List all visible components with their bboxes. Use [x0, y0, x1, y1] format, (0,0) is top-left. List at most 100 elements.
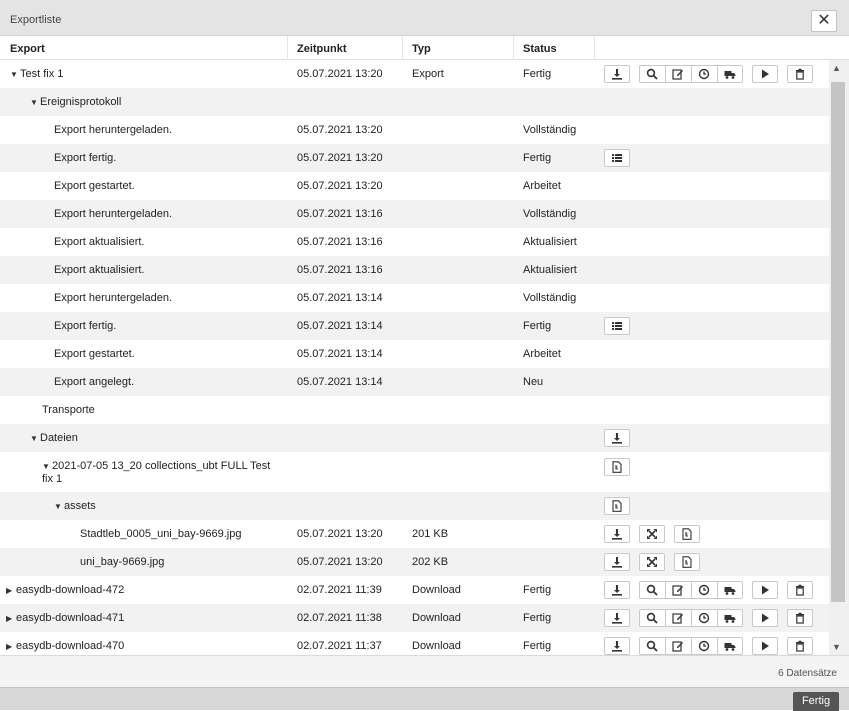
- truck-button[interactable]: [717, 581, 743, 599]
- row-label[interactable]: ▼ Ereignisprotokoll: [30, 88, 121, 117]
- scrollbar-thumb[interactable]: [831, 82, 845, 602]
- table-row[interactable]: Export fertig. 05.07.2021 13:20 Fertig: [0, 144, 829, 172]
- edit-button[interactable]: [665, 581, 691, 599]
- row-type: Export: [412, 68, 444, 80]
- row-status: Neu: [523, 376, 544, 388]
- row-label[interactable]: ▶ easydb-download-470: [6, 632, 124, 655]
- row-label-text: easydb-download-470: [16, 640, 125, 652]
- download-button[interactable]: [604, 553, 630, 571]
- expand-button[interactable]: [639, 553, 665, 571]
- list-button[interactable]: [604, 317, 630, 335]
- clock-button[interactable]: [691, 637, 717, 655]
- search-button[interactable]: [639, 609, 665, 627]
- trash-button[interactable]: [787, 65, 813, 83]
- row-status: Fertig: [523, 584, 552, 596]
- caret-down-icon[interactable]: ▼: [30, 89, 40, 117]
- row-actions: [604, 65, 822, 83]
- table-row[interactable]: Export heruntergeladen. 05.07.2021 13:14 V…: [0, 284, 829, 312]
- table-row[interactable]: Stadtleb_0005_uni_bay-9669.jpg 05.07.2021…: [0, 520, 829, 548]
- search-button[interactable]: [639, 581, 665, 599]
- column-header-status[interactable]: Status: [523, 43, 557, 55]
- trash-button[interactable]: [787, 609, 813, 627]
- row-label[interactable]: ▼ Test fix 1: [10, 60, 63, 89]
- table-row[interactable]: ▼ Test fix 1 05.07.2021 13:20 Export Fertig: [0, 60, 829, 88]
- list-button[interactable]: [604, 149, 630, 167]
- search-button[interactable]: [639, 637, 665, 655]
- table-row[interactable]: Export gestartet. 05.07.2021 13:14 Arbeite…: [0, 340, 829, 368]
- column-header-time[interactable]: Zeitpunkt: [297, 43, 347, 55]
- export-list[interactable]: ▼ Test fix 1 05.07.2021 13:20 Export Fertig ▼…: [0, 60, 829, 655]
- row-label[interactable]: ▼ assets: [54, 492, 96, 521]
- scroll-up-icon[interactable]: ▲: [832, 63, 841, 73]
- download-button[interactable]: [604, 609, 630, 627]
- table-row[interactable]: Export fertig. 05.07.2021 13:14 Fertig: [0, 312, 829, 340]
- edit-button[interactable]: [665, 609, 691, 627]
- caret-down-icon[interactable]: ▼: [10, 61, 20, 89]
- caret-down-icon[interactable]: ▼: [42, 460, 52, 473]
- caret-right-icon[interactable]: ▶: [6, 633, 16, 655]
- table-row[interactable]: ▼ Dateien: [0, 424, 829, 452]
- download-button[interactable]: [604, 637, 630, 655]
- table-row[interactable]: ▼ 2021-07-05 13_20 collections_ubt FULL T…: [0, 452, 829, 492]
- table-row[interactable]: uni_bay-9669.jpg 05.07.2021 13:20 202 KB: [0, 548, 829, 576]
- row-actions: [604, 581, 822, 599]
- table-row[interactable]: Export gestartet. 05.07.2021 13:20 Arbeite…: [0, 172, 829, 200]
- play-button[interactable]: [752, 65, 778, 83]
- file-button[interactable]: [604, 497, 630, 515]
- download-button[interactable]: [604, 581, 630, 599]
- play-button[interactable]: [752, 581, 778, 599]
- table-row[interactable]: Export angelegt. 05.07.2021 13:14 Neu: [0, 368, 829, 396]
- table-row[interactable]: Export aktualisiert. 05.07.2021 13:16 Aktu…: [0, 256, 829, 284]
- column-header-type[interactable]: Typ: [412, 43, 431, 55]
- caret-down-icon[interactable]: ▼: [54, 493, 64, 521]
- table-row[interactable]: ▼ assets: [0, 492, 829, 520]
- table-row[interactable]: ▶ easydb-download-470 02.07.2021 11:37 Down…: [0, 632, 829, 655]
- file-button[interactable]: [674, 525, 700, 543]
- table-row[interactable]: Export heruntergeladen. 05.07.2021 13:20 V…: [0, 116, 829, 144]
- truck-button[interactable]: [717, 65, 743, 83]
- table-row[interactable]: ▼ Ereignisprotokoll: [0, 88, 829, 116]
- edit-button[interactable]: [665, 65, 691, 83]
- table-row[interactable]: Transporte: [0, 396, 829, 424]
- edit-button[interactable]: [665, 637, 691, 655]
- scroll-down-icon[interactable]: ▼: [832, 642, 841, 652]
- row-label-text: Export angelegt.: [54, 376, 135, 388]
- caret-right-icon[interactable]: ▶: [6, 605, 16, 633]
- clock-button[interactable]: [691, 609, 717, 627]
- row-label[interactable]: ▶ easydb-download-471: [6, 604, 124, 633]
- truck-button[interactable]: [717, 637, 743, 655]
- clock-button[interactable]: [691, 65, 717, 83]
- row-label: Export aktualisiert.: [54, 256, 144, 284]
- row-label[interactable]: ▼ 2021-07-05 13_20 collections_ubt FULL T…: [42, 460, 272, 486]
- trash-button[interactable]: [787, 637, 813, 655]
- file-button[interactable]: [604, 458, 630, 476]
- download-button[interactable]: [604, 525, 630, 543]
- file-button[interactable]: [674, 553, 700, 571]
- search-button[interactable]: [639, 65, 665, 83]
- expand-button[interactable]: [639, 525, 665, 543]
- status-bar: 6 Datensätze: [0, 655, 849, 687]
- column-header-export[interactable]: Export: [10, 43, 45, 55]
- table-row[interactable]: ▶ easydb-download-471 02.07.2021 11:38 Down…: [0, 604, 829, 632]
- truck-button[interactable]: [717, 609, 743, 627]
- row-time: 05.07.2021 13:20: [297, 124, 383, 136]
- row-status: Fertig: [523, 640, 552, 652]
- table-row[interactable]: ▶ easydb-download-472 02.07.2021 11:39 Down…: [0, 576, 829, 604]
- play-button[interactable]: [752, 637, 778, 655]
- done-button[interactable]: Fertig: [793, 692, 839, 711]
- trash-button[interactable]: [787, 581, 813, 599]
- row-label-text: Transporte: [42, 404, 95, 416]
- caret-down-icon[interactable]: ▼: [30, 425, 40, 453]
- caret-right-icon[interactable]: ▶: [6, 577, 16, 605]
- table-row[interactable]: Export heruntergeladen. 05.07.2021 13:16 V…: [0, 200, 829, 228]
- play-button[interactable]: [752, 609, 778, 627]
- download-button[interactable]: [604, 65, 630, 83]
- clock-button[interactable]: [691, 581, 717, 599]
- row-label[interactable]: ▼ Dateien: [30, 424, 78, 453]
- row-label[interactable]: ▶ easydb-download-472: [6, 576, 124, 605]
- scrollbar[interactable]: ▲ ▼: [829, 60, 849, 655]
- download-button[interactable]: [604, 429, 630, 447]
- table-row[interactable]: Export aktualisiert. 05.07.2021 13:16 Aktu…: [0, 228, 829, 256]
- close-button[interactable]: ✕: [811, 10, 837, 32]
- row-time: 02.07.2021 11:37: [297, 640, 382, 652]
